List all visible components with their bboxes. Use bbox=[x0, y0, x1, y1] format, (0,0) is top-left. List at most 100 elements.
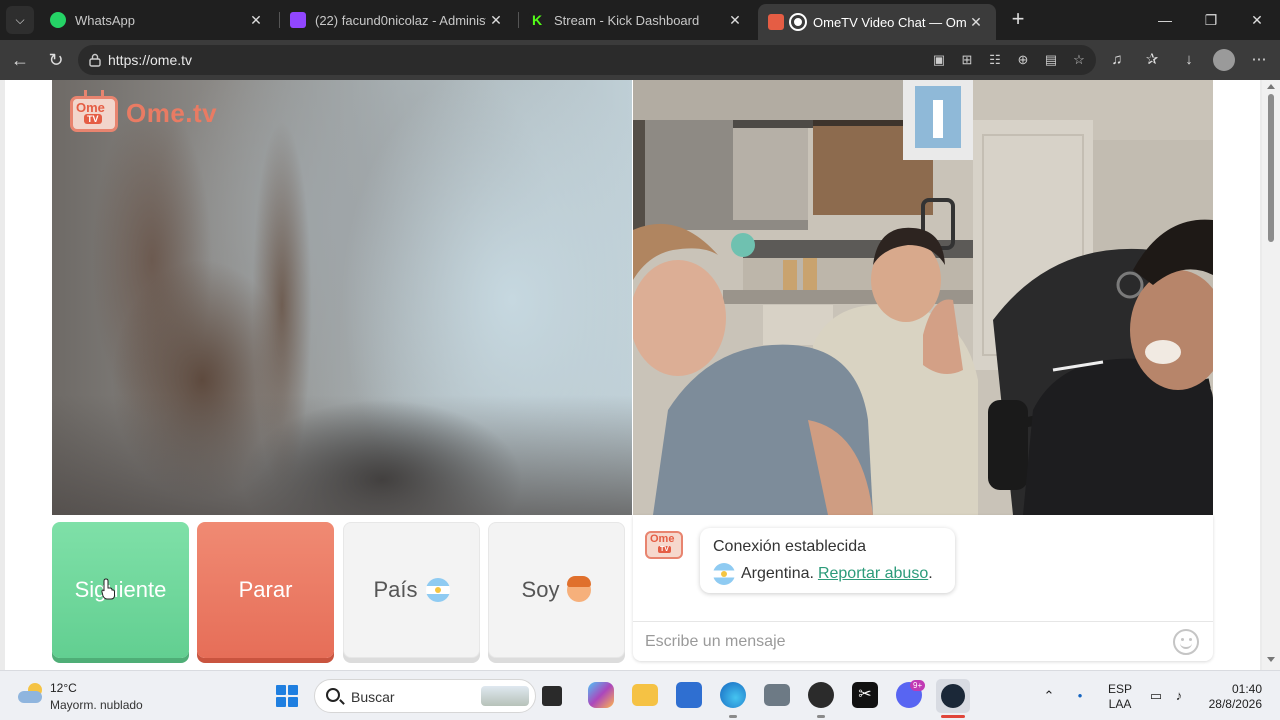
logo-small-text: Ome bbox=[76, 100, 105, 115]
partly-cloudy-icon bbox=[18, 683, 44, 705]
message-input[interactable] bbox=[645, 630, 1165, 654]
tab-title: WhatsApp bbox=[75, 12, 135, 28]
steam-taskbar-slot[interactable] bbox=[936, 679, 970, 713]
microphone-icon[interactable]: • bbox=[1071, 687, 1089, 705]
start-tile bbox=[276, 697, 286, 707]
ometv-logo[interactable]: Ome TV Ome.tv bbox=[70, 90, 220, 136]
address-toolbar: ← ↻ https://ome.tv ▣ ⊞ ☷ ⊕ ▤ ☆ ♫ ✰ ↓ ⋯ bbox=[0, 40, 1280, 80]
report-abuse-link[interactable]: Reportar abuso bbox=[818, 565, 928, 583]
file-explorer-icon[interactable] bbox=[632, 684, 658, 706]
steam-icon bbox=[941, 684, 965, 708]
partner-country-line: Argentina. Reportar abuso . bbox=[713, 563, 933, 585]
close-tab-icon[interactable]: ✕ bbox=[246, 12, 266, 29]
address-bar[interactable]: https://ome.tv ▣ ⊞ ☷ ⊕ ▤ ☆ bbox=[78, 45, 1096, 75]
outlook-icon[interactable] bbox=[676, 682, 702, 708]
search-label: Buscar bbox=[351, 689, 395, 705]
language-code: ESP bbox=[1107, 682, 1132, 696]
chat-ometv-logo: Ome TV bbox=[645, 527, 683, 561]
camera-icon[interactable]: ▣ bbox=[930, 52, 948, 68]
copilot-icon[interactable] bbox=[588, 682, 614, 708]
lock-icon bbox=[89, 53, 101, 67]
chevron-up-icon[interactable]: ⌃ bbox=[1040, 687, 1058, 705]
argentina-flag-icon bbox=[425, 578, 450, 602]
system-message-bubble: Conexión establecida Argentina. Reportar… bbox=[700, 528, 955, 593]
local-video bbox=[52, 80, 632, 515]
discord-badge: 9+ bbox=[910, 680, 926, 691]
translate-icon[interactable]: ☷ bbox=[986, 52, 1004, 68]
country-selector-button[interactable]: País bbox=[343, 522, 480, 658]
logo-tv-icon: Ome TV bbox=[70, 96, 118, 132]
remote-video-frame bbox=[633, 80, 1213, 515]
partner-country-text: Argentina. bbox=[741, 565, 814, 582]
close-tab-icon[interactable]: ✕ bbox=[966, 14, 986, 31]
downloads-icon[interactable]: ↓ bbox=[1179, 50, 1199, 70]
stop-button-label: Parar bbox=[238, 577, 293, 602]
next-button-label: Siguiente bbox=[74, 577, 167, 602]
volume-icon[interactable]: ♪ bbox=[1170, 687, 1188, 705]
reload-button[interactable]: ↻ bbox=[44, 48, 68, 72]
running-indicator bbox=[817, 715, 825, 718]
emoji-icon[interactable] bbox=[1173, 629, 1199, 655]
tab-ometv[interactable]: OmeTV Video Chat — Omegl ✕ bbox=[758, 4, 996, 40]
minimize-button[interactable]: — bbox=[1150, 8, 1180, 32]
tab-actions-menu-button[interactable]: ⌵ bbox=[6, 6, 34, 34]
cabinet-trim bbox=[733, 120, 813, 128]
scroll-down-arrow[interactable] bbox=[1267, 657, 1275, 662]
clock-time: 01:40 bbox=[1231, 682, 1262, 696]
close-window-button[interactable]: ✕ bbox=[1242, 8, 1272, 32]
chat-logo-tv-text: TV bbox=[658, 546, 671, 553]
search-icon bbox=[326, 688, 340, 702]
favorites-icon[interactable]: ✰ bbox=[1142, 50, 1162, 70]
close-tab-icon[interactable]: ✕ bbox=[725, 12, 745, 29]
new-tab-button[interactable]: + bbox=[1006, 8, 1030, 32]
twitch-icon bbox=[290, 12, 306, 28]
scrollbar-thumb[interactable] bbox=[1268, 94, 1274, 242]
report-suffix: . bbox=[928, 565, 933, 582]
person-left-face bbox=[633, 260, 726, 376]
clock[interactable]: 01:40 28/8/2026 bbox=[1196, 682, 1262, 712]
capcut-icon[interactable]: ✂ bbox=[852, 682, 878, 708]
next-button[interactable]: Siguiente bbox=[52, 522, 189, 658]
task-view-icon[interactable] bbox=[542, 686, 562, 706]
tab-title: (22) facund0nicolaz - Administrad bbox=[315, 12, 486, 28]
zoom-icon[interactable]: ⊕ bbox=[1014, 52, 1032, 68]
reader-mode-icon[interactable]: ▤ bbox=[1042, 52, 1060, 68]
close-tab-icon[interactable]: ✕ bbox=[486, 12, 506, 29]
tab-twitch[interactable]: (22) facund0nicolaz - Administrad ✕ bbox=[280, 5, 516, 35]
obs-icon[interactable] bbox=[808, 682, 834, 708]
chat-logo-text: Ome bbox=[650, 533, 675, 545]
start-button[interactable] bbox=[276, 685, 298, 707]
more-menu-icon[interactable]: ⋯ bbox=[1249, 50, 1269, 70]
tab-whatsapp[interactable]: WhatsApp ✕ bbox=[40, 5, 276, 35]
language-indicator[interactable]: ESP LAA bbox=[1107, 682, 1133, 712]
restore-button[interactable]: ❐ bbox=[1196, 8, 1226, 32]
tab-kick[interactable]: K Stream - Kick Dashboard ✕ bbox=[519, 5, 755, 35]
argentina-flag-icon bbox=[713, 563, 735, 585]
connection-status-text: Conexión establecida bbox=[713, 538, 866, 555]
logo-tv-text: TV bbox=[84, 114, 102, 124]
running-indicator bbox=[729, 715, 737, 718]
vertical-scrollbar[interactable] bbox=[1262, 80, 1280, 670]
camera-app-icon[interactable] bbox=[764, 684, 790, 706]
ceiling-shadow bbox=[633, 80, 933, 120]
active-indicator bbox=[941, 715, 965, 718]
gender-selector-button[interactable]: Soy bbox=[488, 522, 625, 658]
kick-icon: K bbox=[529, 12, 545, 28]
scroll-up-arrow[interactable] bbox=[1267, 84, 1275, 89]
edge-icon[interactable] bbox=[720, 682, 746, 708]
media-playing-icon bbox=[791, 15, 805, 29]
taskbar-search[interactable]: Buscar bbox=[314, 679, 536, 713]
music-icon[interactable]: ♫ bbox=[1107, 50, 1127, 70]
weather-temperature: 12°C bbox=[50, 681, 77, 695]
network-icon[interactable]: ▭ bbox=[1147, 687, 1165, 705]
favorite-star-icon[interactable]: ☆ bbox=[1070, 52, 1088, 68]
cloud-shape bbox=[18, 691, 42, 703]
ometv-icon bbox=[768, 14, 784, 30]
tab-title: Stream - Kick Dashboard bbox=[554, 12, 700, 28]
microphone bbox=[988, 400, 1028, 490]
stop-button[interactable]: Parar bbox=[197, 522, 334, 658]
extensions-icon[interactable]: ⊞ bbox=[958, 52, 976, 68]
profile-avatar[interactable] bbox=[1213, 49, 1235, 71]
back-button[interactable]: ← bbox=[8, 48, 32, 72]
tab-title: OmeTV Video Chat — Omegl bbox=[813, 14, 966, 30]
